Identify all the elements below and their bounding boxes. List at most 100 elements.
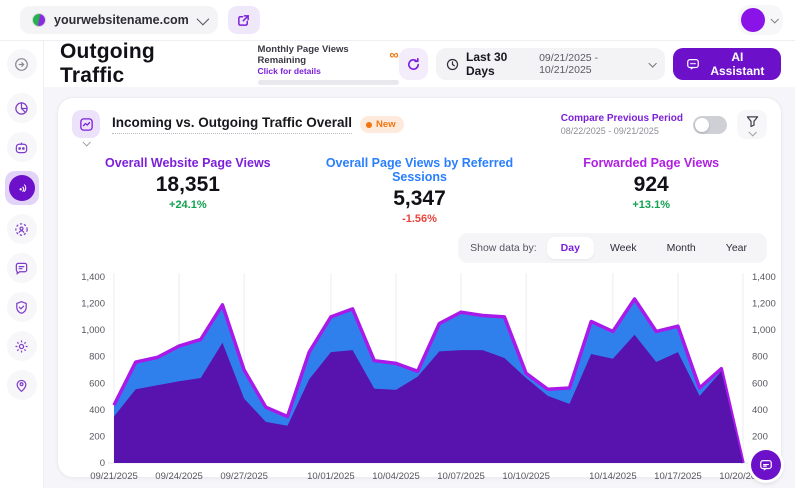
stat-referred-sessions-page-views: Overall Page Views by Referred Sessions …	[304, 156, 536, 225]
new-badge-label: New	[376, 119, 396, 130]
stat-forwarded-page-views: Forwarded Page Views 924 +13.1%	[535, 156, 767, 225]
ai-chat-icon	[686, 57, 700, 71]
svg-text:800: 800	[89, 352, 105, 363]
svg-text:1,400: 1,400	[752, 272, 776, 283]
svg-text:09/24/2025: 09/24/2025	[155, 471, 203, 482]
compare-previous-period: Compare Previous Period 08/22/2025 - 09/…	[561, 113, 683, 136]
broadcast-signal-icon	[9, 175, 35, 201]
open-site-button[interactable]	[228, 6, 260, 34]
stat-delta: +24.1%	[72, 199, 304, 211]
user-menu[interactable]	[738, 5, 783, 35]
svg-text:600: 600	[89, 378, 105, 389]
funnel-icon	[746, 115, 759, 128]
sidebar-item-profile[interactable]	[7, 370, 37, 400]
quota-title: Monthly Page Views Remaining	[258, 44, 390, 66]
card-title: Incoming vs. Outgoing Traffic Overall	[112, 115, 352, 134]
filter-button[interactable]	[737, 110, 767, 139]
user-pin-icon	[14, 378, 29, 393]
stat-value: 924	[535, 173, 767, 197]
collapse-panel-icon	[14, 57, 29, 72]
chevron-down-icon	[196, 12, 209, 25]
ai-assistant-button[interactable]: AI Assistant	[673, 48, 781, 80]
chevron-down-icon[interactable]	[82, 138, 90, 146]
chevron-down-icon	[770, 15, 778, 23]
website-name: yourwebsitename.com	[54, 13, 189, 27]
sidebar-item-security[interactable]	[7, 292, 37, 322]
svg-text:10/14/2025: 10/14/2025	[589, 471, 637, 482]
traffic-overview-card: Incoming vs. Outgoing Traffic Overall Ne…	[57, 97, 782, 478]
clock-icon	[446, 58, 459, 71]
new-badge: New	[360, 116, 404, 133]
gear-icon	[14, 339, 29, 354]
compare-toggle[interactable]	[693, 116, 727, 134]
quota-widget: Monthly Page Views Remaining ∞ Click for…	[258, 44, 399, 85]
svg-text:400: 400	[89, 405, 105, 416]
refresh-button[interactable]	[399, 48, 428, 80]
svg-text:10/04/2025: 10/04/2025	[372, 471, 420, 482]
analytics-pie-icon	[14, 101, 29, 116]
svg-text:1,000: 1,000	[752, 325, 776, 336]
svg-text:200: 200	[752, 431, 768, 442]
sidebar-item-settings[interactable]	[7, 331, 37, 361]
chevron-down-icon	[649, 59, 657, 67]
date-range-filter[interactable]: Last 30 Days 09/21/2025 - 10/21/2025	[436, 48, 665, 80]
svg-text:0: 0	[100, 458, 105, 469]
ai-assistant-label: AI Assistant	[707, 50, 768, 78]
refresh-icon	[406, 57, 421, 72]
chat-bubble-icon	[759, 458, 773, 472]
stat-value: 5,347	[304, 187, 536, 211]
sidebar-item-collapse-panel[interactable]	[7, 49, 37, 79]
stat-value: 18,351	[72, 173, 304, 197]
svg-text:400: 400	[752, 405, 768, 416]
dot-icon	[366, 122, 372, 128]
website-selector[interactable]: yourwebsitename.com	[20, 6, 218, 34]
svg-text:600: 600	[752, 378, 768, 389]
main-content: Incoming vs. Outgoing Traffic Overall Ne…	[44, 87, 795, 488]
widget-chart-icon[interactable]	[72, 110, 100, 138]
compare-range: 08/22/2025 - 09/21/2025	[561, 126, 683, 136]
granularity-week[interactable]: Week	[596, 237, 651, 259]
granularity-day[interactable]: Day	[547, 237, 594, 259]
topbar: yourwebsitename.com	[0, 0, 795, 40]
quota-details-link[interactable]: Click for details	[258, 66, 399, 76]
granularity-month[interactable]: Month	[653, 237, 710, 259]
sidebar-item-bot[interactable]	[7, 132, 37, 162]
stat-delta: -1.56%	[304, 213, 536, 225]
stat-delta: +13.1%	[535, 199, 767, 211]
sidebar-item-outgoing-traffic[interactable]	[5, 171, 39, 205]
svg-text:10/17/2025: 10/17/2025	[654, 471, 702, 482]
svg-text:09/27/2025: 09/27/2025	[220, 471, 268, 482]
granularity-control: Show data by: Day Week Month Year	[458, 233, 767, 263]
infinity-icon: ∞	[389, 51, 398, 59]
sidebar-item-analytics[interactable]	[7, 93, 37, 123]
stat-label: Forwarded Page Views	[535, 156, 767, 170]
svg-text:1,200: 1,200	[81, 299, 105, 310]
svg-text:09/21/2025: 09/21/2025	[90, 471, 138, 482]
avatar	[741, 8, 765, 32]
sidebar-item-chat[interactable]	[7, 253, 37, 283]
svg-text:200: 200	[89, 431, 105, 442]
svg-text:1,200: 1,200	[752, 299, 776, 310]
svg-text:800: 800	[752, 352, 768, 363]
svg-text:1,000: 1,000	[81, 325, 105, 336]
site-favicon-icon	[32, 13, 46, 27]
svg-text:1,400: 1,400	[81, 272, 105, 283]
page-title: Outgoing Traffic	[60, 40, 214, 88]
sidebar	[0, 41, 44, 488]
stat-overall-website-page-views: Overall Website Page Views 18,351 +24.1%	[72, 156, 304, 225]
date-preset: Last 30 Days	[466, 50, 532, 78]
shield-check-icon	[14, 300, 29, 315]
bot-icon	[14, 140, 29, 155]
compare-label: Compare Previous Period	[561, 113, 683, 124]
svg-text:10/07/2025: 10/07/2025	[437, 471, 485, 482]
sidebar-item-audience[interactable]	[7, 214, 37, 244]
traffic-area-chart: 002002004004006006008008001,0001,0001,20…	[72, 267, 767, 488]
stat-label: Overall Website Page Views	[72, 156, 304, 170]
granularity-label: Show data by:	[470, 242, 537, 254]
chat-support-button[interactable]	[751, 450, 781, 480]
chevron-down-icon	[748, 128, 756, 136]
external-link-icon	[237, 14, 250, 27]
quota-progress-bar	[258, 80, 399, 85]
stat-label: Overall Page Views by Referred Sessions	[304, 156, 536, 184]
granularity-year[interactable]: Year	[712, 237, 761, 259]
